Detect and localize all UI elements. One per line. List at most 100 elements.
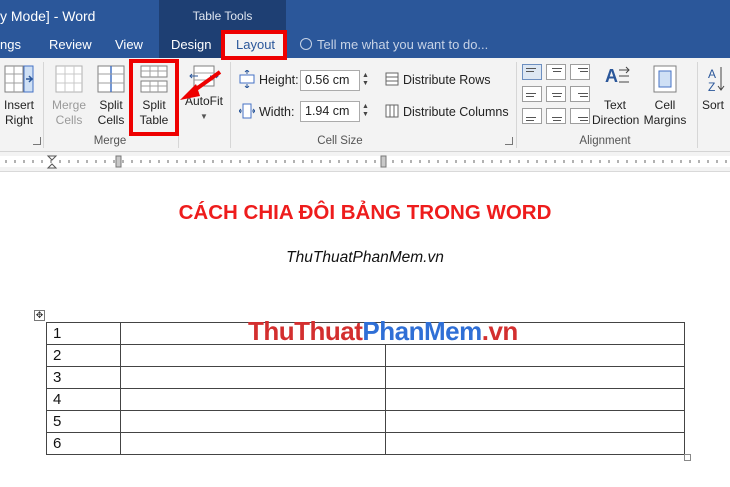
table-row[interactable]: 4 xyxy=(46,388,685,411)
row-number-cell[interactable]: 1 xyxy=(46,322,121,345)
distribute-rows-icon xyxy=(385,72,399,86)
chevron-down-icon: ▼ xyxy=(200,112,208,121)
text-direction-icon: A xyxy=(605,66,630,86)
sort-label: Sort xyxy=(702,98,725,112)
height-field[interactable]: 0.56 cm xyxy=(300,70,360,91)
align-top-right-button[interactable] xyxy=(570,64,590,80)
text-direction-label-1: Text xyxy=(603,98,626,112)
merge-cells-button[interactable]: Merge Cells xyxy=(49,64,89,128)
sort-icon: A Z xyxy=(708,67,725,94)
merge-cells-label-1: Merge xyxy=(51,98,86,112)
horizontal-ruler[interactable] xyxy=(0,152,730,172)
split-cells-label-2: Cells xyxy=(97,113,125,127)
insert-right-label-2: Right xyxy=(4,113,33,127)
column-width-icon xyxy=(239,103,255,119)
row-height-icon xyxy=(239,70,255,88)
cell-margins-label-2: Margins xyxy=(643,113,687,127)
tell-me-placeholder: Tell me what you want to do... xyxy=(317,37,489,52)
text-direction-label-2: Direction xyxy=(592,113,640,127)
row-number-cell[interactable]: 4 xyxy=(46,388,121,411)
svg-text:Z: Z xyxy=(708,80,715,94)
align-top-left-button[interactable] xyxy=(522,64,542,80)
table-cell[interactable] xyxy=(385,410,685,433)
group-separator xyxy=(516,62,517,148)
table-row[interactable]: 5 xyxy=(46,410,685,433)
align-bottom-right-button[interactable] xyxy=(570,108,590,124)
height-label: Height: xyxy=(259,73,299,87)
align-middle-right-button[interactable] xyxy=(570,86,590,102)
group-separator xyxy=(697,62,698,148)
cell-size-group-label: Cell Size xyxy=(317,135,363,147)
lightbulb-icon xyxy=(300,38,312,50)
table-cell[interactable] xyxy=(120,432,386,455)
window-title: y Mode] - Word xyxy=(0,8,96,24)
table-resize-handle[interactable] xyxy=(684,454,691,461)
split-cells-icon xyxy=(97,65,125,93)
row-number-cell[interactable]: 5 xyxy=(46,410,121,433)
align-bottom-center-button[interactable] xyxy=(546,108,566,124)
align-top-center-button[interactable] xyxy=(546,64,566,80)
insert-right-icon xyxy=(4,65,34,93)
sort-button[interactable]: A Z Sort xyxy=(702,64,730,113)
title-bar: y Mode] - Word xyxy=(0,0,730,32)
height-spinner[interactable]: ▲ ▼ xyxy=(362,72,369,88)
split-cells-button[interactable]: Split Cells xyxy=(92,64,130,128)
table-cell[interactable] xyxy=(385,388,685,411)
align-middle-left-button[interactable] xyxy=(522,86,542,102)
insert-right-button[interactable]: Insert Right xyxy=(1,64,37,128)
svg-text:A: A xyxy=(605,66,618,86)
table-cell[interactable] xyxy=(120,388,386,411)
cell-margins-button[interactable]: Cell Margins xyxy=(640,64,690,128)
table-row[interactable]: 6 xyxy=(46,432,685,455)
tell-me-search[interactable]: Tell me what you want to do... xyxy=(300,32,488,58)
tab-view[interactable]: View xyxy=(115,32,143,58)
table-row[interactable]: 3 xyxy=(46,366,685,389)
autofit-label: AutoFit xyxy=(184,94,223,108)
cell-margins-icon xyxy=(653,65,677,93)
width-spinner[interactable]: ▲ ▼ xyxy=(362,103,369,119)
distribute-rows-button[interactable]: Distribute Rows xyxy=(385,72,491,87)
table-cell[interactable] xyxy=(120,344,386,367)
layout-tab-highlight xyxy=(221,30,287,60)
cell-size-launcher-icon[interactable] xyxy=(505,137,513,145)
table-move-handle-icon[interactable]: ✥ xyxy=(34,310,45,321)
table-cell[interactable] xyxy=(120,410,386,433)
table-cell[interactable] xyxy=(120,366,386,389)
distribute-columns-icon xyxy=(385,104,399,118)
ruler-ticks xyxy=(5,155,727,169)
tab-design[interactable]: Design xyxy=(171,32,211,58)
table-cell[interactable] xyxy=(385,366,685,389)
align-bottom-left-button[interactable] xyxy=(522,108,542,124)
rows-columns-launcher-icon[interactable] xyxy=(33,137,41,145)
cell-margins-label-1: Cell xyxy=(654,98,676,112)
document-title: CÁCH CHIA ĐÔI BẢNG TRONG WORD xyxy=(178,201,552,224)
merge-cells-icon xyxy=(55,65,83,93)
text-direction-button[interactable]: A Text Direction xyxy=(592,64,640,128)
merge-group-label: Merge xyxy=(93,135,127,147)
insert-right-label-1: Insert xyxy=(3,98,34,112)
table-row[interactable]: 2 xyxy=(46,344,685,367)
table-cell[interactable] xyxy=(385,432,685,455)
document-subtitle: ThuThuatPhanMem.vn xyxy=(286,249,444,266)
autofit-button[interactable]: AutoFit ▼ xyxy=(182,64,226,124)
tab-layout-partial[interactable]: ngs xyxy=(0,32,21,58)
width-field[interactable]: 1.94 cm xyxy=(300,101,360,122)
group-separator xyxy=(43,62,44,148)
width-label: Width: xyxy=(259,105,295,119)
table-cell[interactable] xyxy=(385,344,685,367)
align-middle-center-button[interactable] xyxy=(546,86,566,102)
split-table-highlight xyxy=(129,59,179,136)
row-number-cell[interactable]: 6 xyxy=(46,432,121,455)
watermark-logo: ThuThuatPhanMem.vn xyxy=(248,316,518,346)
split-cells-label-1: Split xyxy=(99,98,123,112)
autofit-icon xyxy=(189,65,219,87)
distribute-columns-button[interactable]: Distribute Columns xyxy=(385,104,509,119)
svg-text:A: A xyxy=(708,67,716,81)
row-number-cell[interactable]: 2 xyxy=(46,344,121,367)
table-tools-label: Table Tools xyxy=(192,9,253,23)
distribute-rows-label: Distribute Rows xyxy=(403,73,491,87)
row-number-cell[interactable]: 3 xyxy=(46,366,121,389)
tab-review[interactable]: Review xyxy=(49,32,92,58)
merge-cells-label-2: Cells xyxy=(55,113,83,127)
distribute-columns-label: Distribute Columns xyxy=(403,105,509,119)
